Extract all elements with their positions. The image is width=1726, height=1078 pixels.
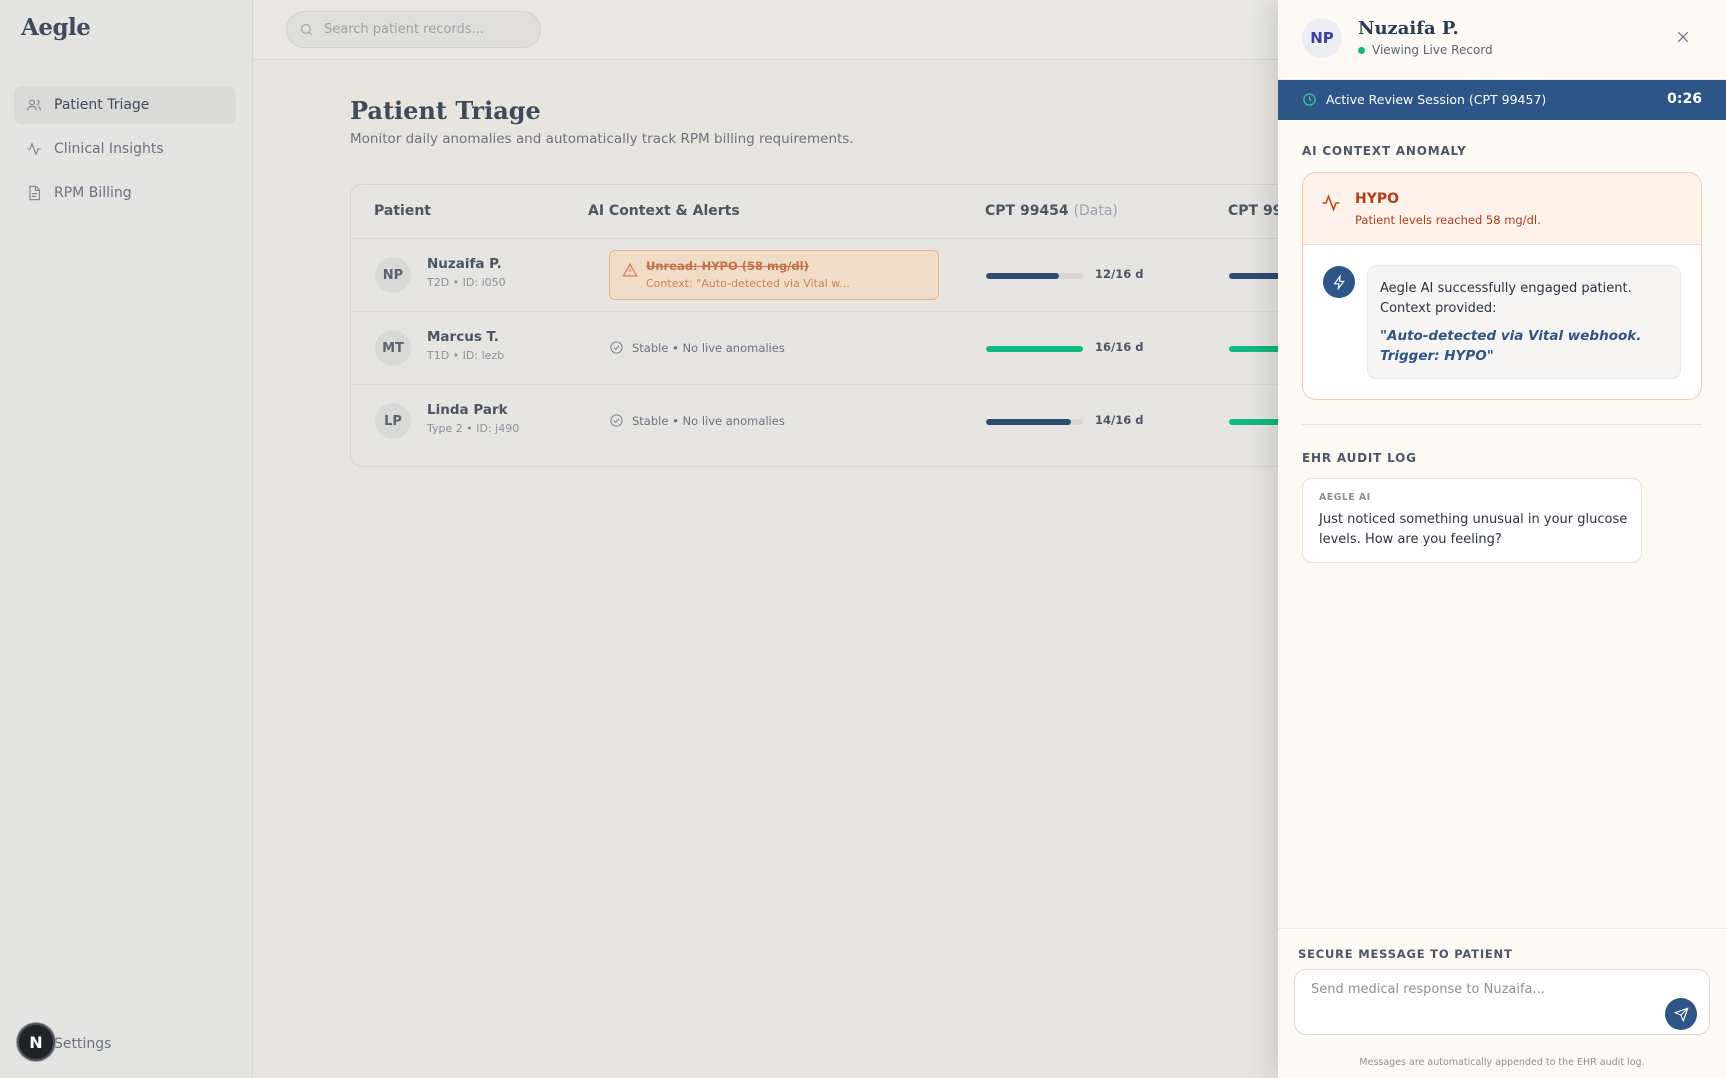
panel-patient-name: Nuzaifa P.: [1358, 18, 1459, 39]
patient-avatar: MT: [375, 330, 411, 366]
sidebar-item-patient-triage[interactable]: Patient Triage: [14, 86, 236, 124]
cpt-note: (Data): [1073, 203, 1118, 219]
page-title: Patient Triage: [350, 96, 541, 125]
patient-avatar: NP: [375, 257, 411, 293]
close-icon: [1677, 31, 1689, 43]
sidebar-item-clinical-insights[interactable]: Clinical Insights: [14, 130, 236, 168]
sidebar-item-label: Patient Triage: [54, 97, 150, 113]
audit-section-title: EHR AUDIT LOG: [1302, 451, 1417, 465]
panel-header: NP Nuzaifa P. Viewing Live Record: [1278, 0, 1726, 80]
patient-meta: Type 2 • ID: j490: [427, 422, 520, 435]
close-panel-button[interactable]: [1672, 26, 1694, 48]
audit-message-text: Just noticed something unusual in your g…: [1319, 512, 1628, 547]
anomaly-section-title: AI CONTEXT ANOMALY: [1302, 144, 1467, 158]
live-status-text: Viewing Live Record: [1372, 43, 1493, 57]
sidebar: Aegle Patient Triage Clinical Insights R…: [0, 0, 253, 1078]
patient-avatar: NP: [1302, 18, 1342, 58]
patient-name: Marcus T.: [427, 329, 499, 345]
patient-name: Linda Park: [427, 402, 508, 418]
table-row[interactable]: MT Marcus T. T1D • ID: lezb Stable • No …: [351, 312, 1349, 385]
stable-status: Stable • No live anomalies: [609, 413, 785, 428]
cpt-progress-bar: [986, 419, 1083, 425]
anomaly-header: HYPO Patient levels reached 58 mg/dl.: [1303, 173, 1701, 245]
ai-avatar: [1323, 266, 1355, 298]
live-status: Viewing Live Record: [1358, 43, 1493, 57]
sidebar-item-rpm-billing[interactable]: RPM Billing: [14, 174, 236, 212]
app-logo: Aegle: [21, 14, 91, 41]
patient-table: Patient AI Context & Alerts CPT 99454 (D…: [350, 184, 1350, 467]
column-header-cpt-99457[interactable]: CPT 99: [1228, 203, 1282, 219]
message-composer: SECURE MESSAGE TO PATIENT Messages are a…: [1278, 928, 1726, 1078]
cpt-days: 14/16 d: [1095, 413, 1144, 427]
send-icon: [1673, 1006, 1689, 1022]
patient-meta: T1D • ID: lezb: [427, 349, 505, 362]
ai-message-bubble: Aegle AI successfully engaged patient. C…: [1367, 265, 1681, 379]
document-icon: [29, 185, 40, 201]
alert-context: Context: "Auto-detected via Vital w...: [646, 277, 850, 290]
composer-label: SECURE MESSAGE TO PATIENT: [1298, 947, 1513, 961]
review-session-bar: Active Review Session (CPT 99457) 0:26: [1278, 80, 1726, 120]
session-label: Active Review Session (CPT 99457): [1326, 92, 1547, 107]
cpt-progress-bar: [986, 346, 1083, 352]
anomaly-card: HYPO Patient levels reached 58 mg/dl. Ae…: [1302, 172, 1702, 400]
anomaly-description: Patient levels reached 58 mg/dl.: [1355, 213, 1541, 227]
stable-text: Stable • No live anomalies: [632, 340, 785, 355]
table-header: Patient AI Context & Alerts CPT 99454 (D…: [351, 185, 1349, 239]
column-header-patient[interactable]: Patient: [374, 203, 431, 219]
column-header-cpt-99454[interactable]: CPT 99454 (Data): [985, 203, 1118, 219]
check-circle-icon: [610, 341, 623, 354]
clock-icon: [1303, 93, 1316, 106]
users-icon: [27, 99, 41, 111]
alert-badge[interactable]: Unread: HYPO (58 mg/dl) Context: "Auto-d…: [609, 250, 939, 300]
bolt-icon: [1332, 274, 1345, 290]
cpt-days: 16/16 d: [1095, 340, 1144, 354]
table-row[interactable]: NP Nuzaifa P. T2D • ID: i050 Unread: HYP…: [351, 239, 1349, 312]
ai-context-quote: "Auto-detected via Vital webhook. Trigge…: [1380, 328, 1642, 364]
send-message-button[interactable]: [1665, 998, 1697, 1030]
user-avatar[interactable]: N: [17, 1023, 55, 1061]
stable-status: Stable • No live anomalies: [609, 340, 785, 355]
cpt-progress-bar: [986, 273, 1083, 279]
message-input[interactable]: [1294, 969, 1710, 1035]
stable-text: Stable • No live anomalies: [632, 413, 785, 428]
activity-icon: [27, 142, 41, 156]
page-subtitle: Monitor daily anomalies and automaticall…: [350, 131, 854, 147]
audit-author: AEGLE AI: [1319, 492, 1371, 503]
ai-message-text: Aegle AI successfully engaged patient. C…: [1380, 281, 1632, 316]
activity-icon: [1322, 194, 1340, 212]
patient-meta: T2D • ID: i050: [427, 276, 506, 289]
warning-icon: [622, 262, 638, 277]
cpt-days: 12/16 d: [1095, 267, 1144, 281]
table-row[interactable]: LP Linda Park Type 2 • ID: j490 Stable •…: [351, 385, 1349, 466]
alert-title: Unread: HYPO (58 mg/dl): [646, 259, 809, 273]
audit-log-entry: AEGLE AI Just noticed something unusual …: [1302, 478, 1642, 563]
composer-note: Messages are automatically appended to t…: [1359, 1057, 1645, 1068]
search-icon: [300, 23, 312, 35]
cpt-progress-fill: [986, 419, 1071, 425]
sidebar-item-label: Clinical Insights: [54, 141, 164, 157]
live-status-dot: [1358, 46, 1365, 54]
patient-name: Nuzaifa P.: [427, 256, 502, 272]
section-divider: [1302, 424, 1702, 425]
anomaly-title: HYPO: [1355, 191, 1400, 207]
patient-avatar: LP: [375, 403, 411, 439]
sidebar-item-label: RPM Billing: [54, 185, 132, 201]
settings-link[interactable]: Settings: [54, 1036, 111, 1052]
cpt-progress-fill: [986, 346, 1083, 352]
session-timer: 0:26: [1667, 91, 1702, 107]
search-placeholder: Search patient records...: [324, 22, 484, 37]
cpt-label: CPT 99454: [985, 203, 1069, 219]
cpt-progress-fill: [986, 273, 1059, 279]
check-circle-icon: [610, 414, 623, 427]
patient-detail-panel: NP Nuzaifa P. Viewing Live Record Active…: [1278, 0, 1726, 1078]
search-input[interactable]: Search patient records...: [286, 11, 541, 48]
column-header-alerts[interactable]: AI Context & Alerts: [588, 203, 740, 219]
